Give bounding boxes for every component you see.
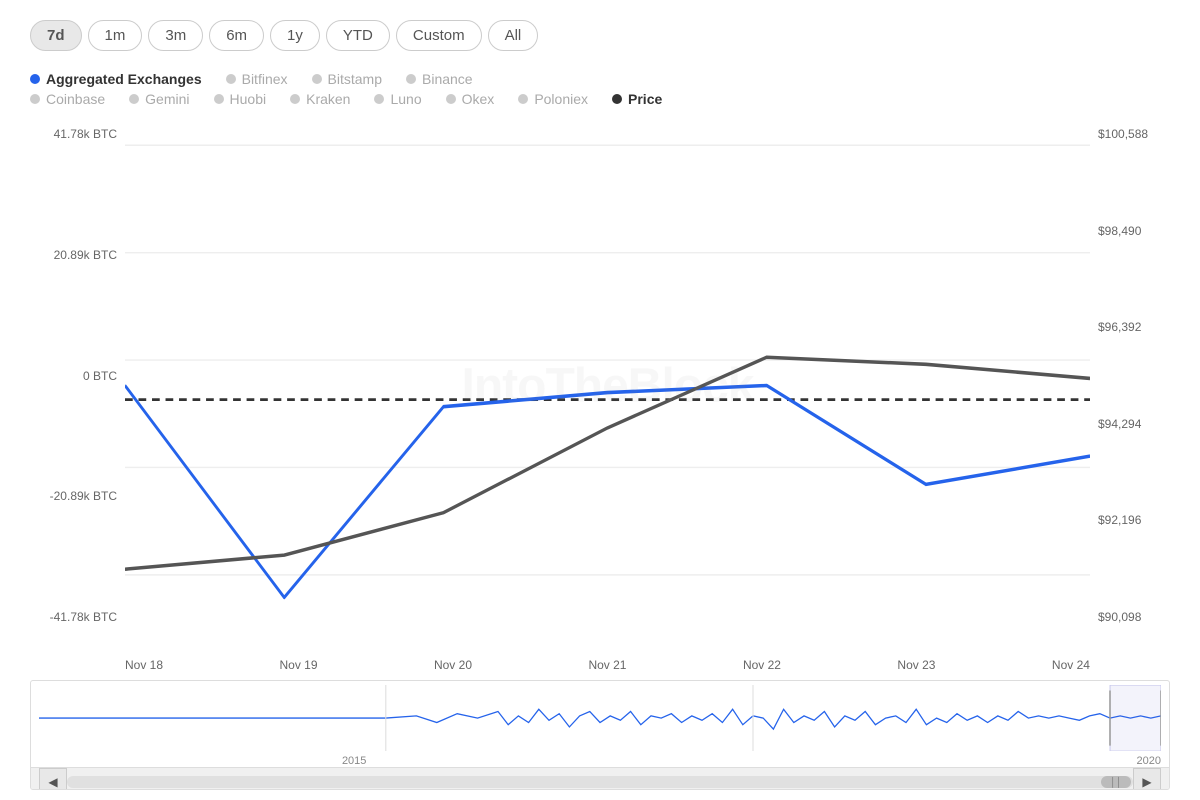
legend-label-luno: Luno	[390, 91, 421, 107]
legend-dot-aggregated	[30, 74, 40, 84]
mini-label-2020: 2020	[1137, 755, 1161, 767]
scroll-track[interactable]: ││	[67, 776, 1133, 788]
mini-chart-wrapper: 2015 2020 ◀ ││ ▶	[30, 680, 1170, 790]
time-filter-1y[interactable]: 1y	[270, 20, 320, 51]
legend-item-aggregated[interactable]: Aggregated Exchanges	[30, 71, 202, 87]
legend-item-bitstamp[interactable]: Bitstamp	[312, 71, 382, 87]
legend-label-aggregated: Aggregated Exchanges	[46, 71, 202, 87]
x-axis-label: Nov 22	[743, 658, 781, 672]
y-axis-right-label: $92,196	[1098, 513, 1170, 527]
x-axis-label: Nov 19	[279, 658, 317, 672]
x-axis-label: Nov 21	[588, 658, 626, 672]
y-axis-left-label: 41.78k BTC	[30, 127, 117, 141]
x-axis-label: Nov 23	[897, 658, 935, 672]
legend-item-huobi[interactable]: Huobi	[214, 91, 267, 107]
main-chart: IntoTheBlock	[125, 117, 1090, 654]
y-axis-right: $100,588 $98,490 $96,392 $94,294 $92,196 $90,…	[1090, 117, 1170, 654]
time-filter-custom[interactable]: Custom	[396, 20, 482, 51]
time-filter-bar: 7d1m3m6m1yYTDCustomAll	[30, 20, 1170, 51]
legend-label-price: Price	[628, 91, 662, 107]
legend-item-kraken[interactable]: Kraken	[290, 91, 350, 107]
y-axis-right-label: $96,392	[1098, 320, 1170, 334]
scroll-left-button[interactable]: ◀	[39, 768, 67, 790]
y-axis-left-label: 0 BTC	[30, 369, 117, 383]
legend-label-binance: Binance	[422, 71, 473, 87]
y-axis-right-label: $98,490	[1098, 224, 1170, 238]
legend-dot-kraken	[290, 94, 300, 104]
legend-item-okex[interactable]: Okex	[446, 91, 495, 107]
time-filter-7d[interactable]: 7d	[30, 20, 82, 51]
x-axis: Nov 18 Nov 19 Nov 20 Nov 21 Nov 22 Nov 23 Nov …	[125, 654, 1090, 672]
legend-dot-bitstamp	[312, 74, 322, 84]
legend-dot-huobi	[214, 94, 224, 104]
main-chart-wrapper: 41.78k BTC 20.89k BTC 0 BTC -20.89k BTC -41.…	[30, 117, 1170, 654]
legend-item-gemini[interactable]: Gemini	[129, 91, 189, 107]
y-axis-right-label: $94,294	[1098, 417, 1170, 431]
legend-label-poloniex: Poloniex	[534, 91, 588, 107]
legend-dot-okex	[446, 94, 456, 104]
y-axis-right-label: $90,098	[1098, 610, 1170, 624]
legend-dot-price	[612, 94, 622, 104]
mini-label-2015: 2015	[342, 755, 366, 767]
mini-scrollbar: ◀ ││ ▶	[31, 767, 1169, 790]
y-axis-right-label: $100,588	[1098, 127, 1170, 141]
y-axis-left-label: 20.89k BTC	[30, 248, 117, 262]
app-container: 7d1m3m6m1yYTDCustomAll Aggregated Exchan…	[0, 0, 1200, 800]
mini-chart	[31, 681, 1169, 755]
y-axis-left: 41.78k BTC 20.89k BTC 0 BTC -20.89k BTC -41.…	[30, 117, 125, 654]
time-filter-ytd[interactable]: YTD	[326, 20, 390, 51]
chart-area: 41.78k BTC 20.89k BTC 0 BTC -20.89k BTC -41.…	[30, 117, 1170, 790]
y-axis-left-label: -41.78k BTC	[30, 610, 117, 624]
legend-label-okex: Okex	[462, 91, 495, 107]
legend-item-coinbase[interactable]: Coinbase	[30, 91, 105, 107]
legend-label-bitstamp: Bitstamp	[328, 71, 382, 87]
legend-item-binance[interactable]: Binance	[406, 71, 473, 87]
legend-row-1: Aggregated Exchanges Bitfinex Bitstamp Bina…	[30, 71, 1170, 87]
legend-dot-bitfinex	[226, 74, 236, 84]
chart-legend: Aggregated Exchanges Bitfinex Bitstamp Bina…	[30, 71, 1170, 107]
legend-row-2: Coinbase Gemini Huobi Kraken Luno Okex Polonie…	[30, 91, 1170, 107]
scroll-right-button[interactable]: ▶	[1133, 768, 1161, 790]
x-axis-label: Nov 24	[1052, 658, 1090, 672]
legend-label-huobi: Huobi	[230, 91, 267, 107]
legend-label-bitfinex: Bitfinex	[242, 71, 288, 87]
legend-item-price[interactable]: Price	[612, 91, 662, 107]
legend-item-bitfinex[interactable]: Bitfinex	[226, 71, 288, 87]
y-axis-left-label: -20.89k BTC	[30, 489, 117, 503]
scroll-thumb[interactable]: ││	[1101, 776, 1131, 788]
time-filter-6m[interactable]: 6m	[209, 20, 264, 51]
legend-dot-binance	[406, 74, 416, 84]
legend-dot-gemini	[129, 94, 139, 104]
x-axis-label: Nov 20	[434, 658, 472, 672]
legend-item-luno[interactable]: Luno	[374, 91, 421, 107]
mini-x-labels: 2015 2020	[31, 755, 1169, 767]
legend-label-gemini: Gemini	[145, 91, 189, 107]
legend-dot-poloniex	[518, 94, 528, 104]
x-axis-label: Nov 18	[125, 658, 163, 672]
legend-item-poloniex[interactable]: Poloniex	[518, 91, 588, 107]
time-filter-3m[interactable]: 3m	[148, 20, 203, 51]
legend-dot-luno	[374, 94, 384, 104]
time-filter-all[interactable]: All	[488, 20, 539, 51]
legend-label-coinbase: Coinbase	[46, 91, 105, 107]
legend-dot-coinbase	[30, 94, 40, 104]
time-filter-1m[interactable]: 1m	[88, 20, 143, 51]
legend-label-kraken: Kraken	[306, 91, 350, 107]
